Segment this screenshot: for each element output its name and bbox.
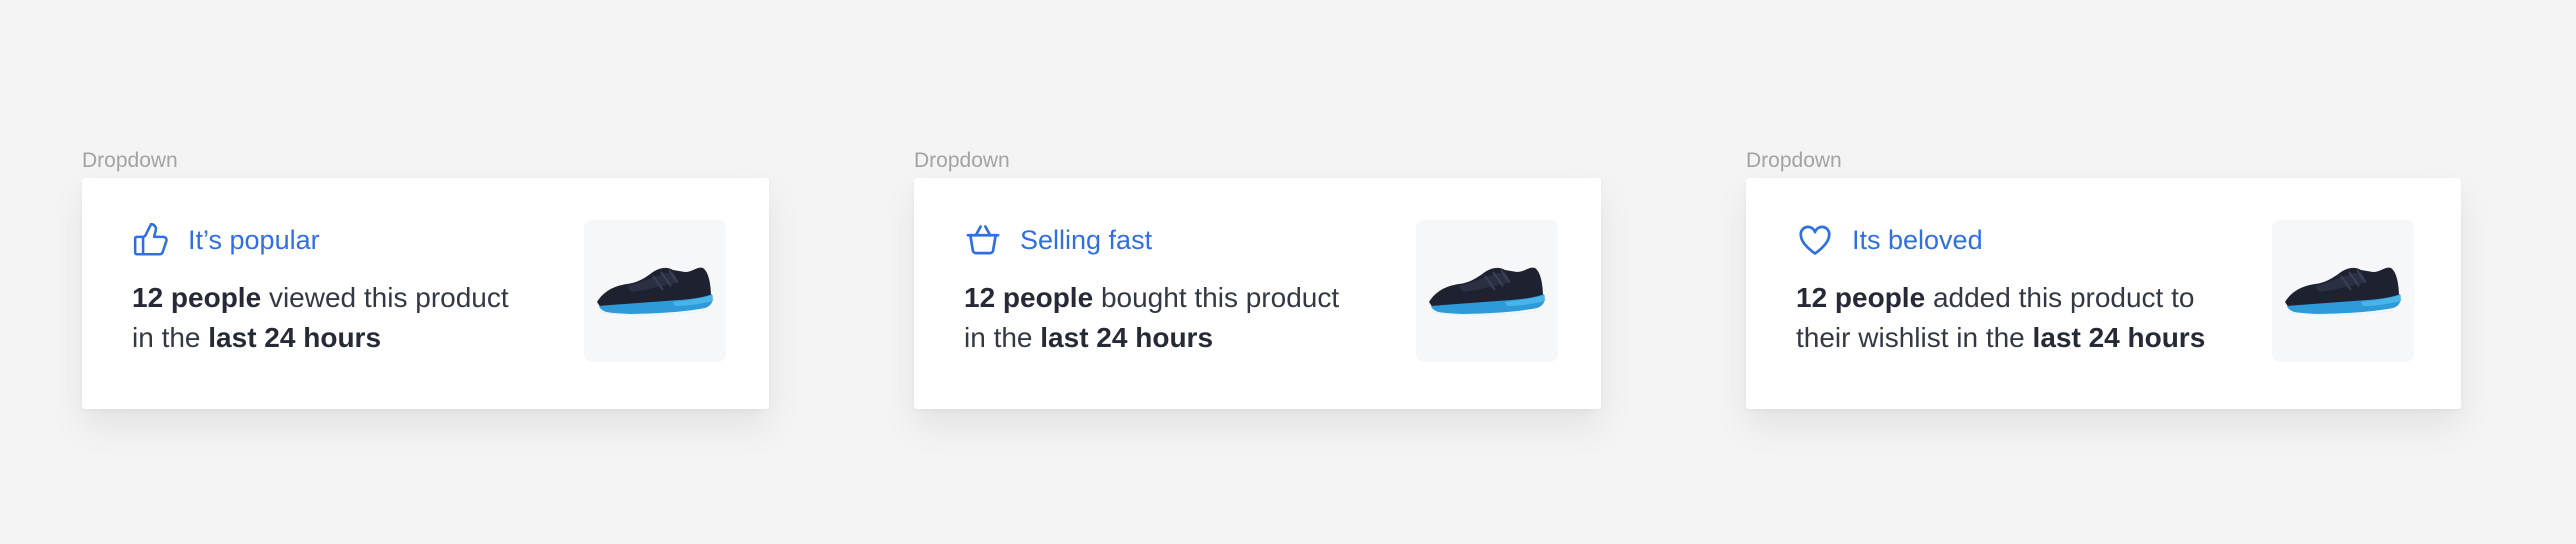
product-thumbnail[interactable] — [1416, 220, 1558, 362]
frame-label: Dropdown — [1746, 149, 1842, 172]
description-text: their wishlist in the — [1796, 322, 2033, 353]
product-thumbnail[interactable] — [584, 220, 726, 362]
card-title: It’s popular — [188, 224, 320, 255]
shopping-basket-icon — [966, 225, 1000, 255]
description-text: added this product to — [1925, 282, 2195, 313]
description-text: viewed this product — [261, 282, 509, 313]
card-header: Its beloved — [1796, 220, 1983, 260]
running-shoe-image — [597, 267, 713, 316]
heart-icon — [1799, 225, 1831, 255]
description-text: in the — [132, 322, 209, 353]
card-description: 12 people viewed this product in the las… — [132, 278, 509, 358]
card-header: Selling fast — [964, 220, 1152, 260]
card-title: Selling fast — [1020, 224, 1153, 255]
card-description: 12 people bought this product in the las… — [964, 278, 1339, 358]
social-proof-card-beloved: Its beloved 12 people added this product… — [1746, 178, 2461, 409]
social-proof-card-popular: It’s popular 12 people viewed this produ… — [82, 178, 769, 409]
description-text: bought this product — [1093, 282, 1340, 313]
thumbs-up-icon — [133, 222, 168, 256]
card-title: Its beloved — [1852, 224, 1983, 255]
running-shoe-image — [2285, 267, 2401, 316]
product-thumbnail[interactable] — [2272, 220, 2414, 362]
frame-label: Dropdown — [914, 149, 1010, 172]
frame-label: Dropdown — [82, 149, 178, 172]
time-period: last 24 hours — [208, 322, 382, 353]
card-header: It’s popular — [132, 220, 320, 260]
running-shoe-image — [1429, 267, 1545, 316]
people-count: 12 people — [132, 282, 262, 313]
people-count: 12 people — [1796, 282, 1926, 313]
people-count: 12 people — [964, 282, 1094, 313]
card-description: 12 people added this product to their wi… — [1796, 278, 2205, 358]
social-proof-card-selling-fast: Selling fast 12 people bought this produ… — [914, 178, 1601, 409]
time-period: last 24 hours — [1040, 322, 1214, 353]
time-period: last 24 hours — [2032, 322, 2206, 353]
description-text: in the — [964, 322, 1041, 353]
